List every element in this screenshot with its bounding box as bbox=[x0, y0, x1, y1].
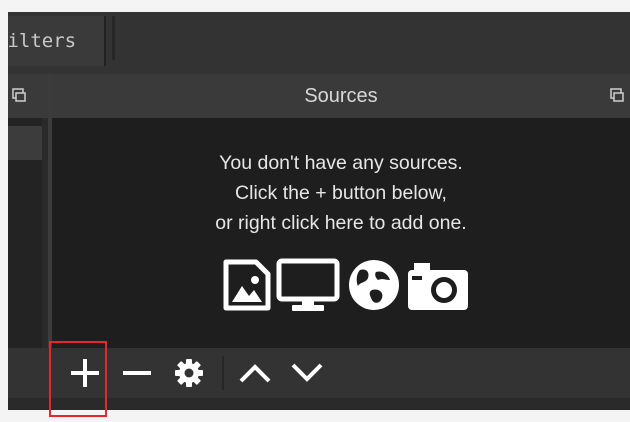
properties-icon bbox=[175, 359, 203, 387]
toolbar-separator bbox=[222, 356, 224, 390]
camera-source-icon bbox=[408, 263, 468, 310]
scenes-dock-titlebar bbox=[8, 74, 48, 118]
browser-source-icon bbox=[349, 260, 399, 310]
image-source-icon bbox=[223, 259, 271, 311]
tab-filters[interactable]: Filters bbox=[8, 16, 106, 66]
sources-list[interactable]: You don't have any sources. Click the + … bbox=[52, 118, 630, 348]
tab-filters-label: Filters bbox=[8, 30, 77, 52]
float-dock-icon[interactable] bbox=[610, 88, 624, 102]
empty-message-line: Click the + button below, bbox=[235, 182, 447, 204]
sources-dock-titlebar: Sources bbox=[52, 74, 630, 118]
display-capture-icon bbox=[276, 258, 340, 311]
move-up-icon bbox=[239, 364, 271, 383]
list-item[interactable] bbox=[8, 126, 42, 160]
sources-title: Sources bbox=[304, 85, 378, 107]
remove-icon bbox=[123, 371, 151, 375]
source-type-icons bbox=[222, 258, 472, 312]
source-properties-button[interactable] bbox=[166, 348, 212, 398]
scenes-dock bbox=[8, 74, 48, 348]
move-source-up-button[interactable] bbox=[232, 348, 278, 398]
empty-message-line: or right click here to add one. bbox=[215, 212, 467, 234]
scenes-list[interactable] bbox=[8, 118, 42, 348]
empty-message-line: You don't have any sources. bbox=[219, 152, 463, 174]
tab-divider bbox=[112, 16, 115, 60]
float-dock-icon[interactable] bbox=[12, 88, 26, 102]
move-source-down-button[interactable] bbox=[284, 348, 330, 398]
remove-source-button[interactable] bbox=[114, 348, 160, 398]
dock-tab-bar: Filters bbox=[8, 12, 630, 74]
add-button-highlight bbox=[49, 341, 107, 417]
empty-sources-message: You don't have any sources. Click the + … bbox=[52, 148, 630, 238]
move-down-icon bbox=[291, 363, 323, 382]
